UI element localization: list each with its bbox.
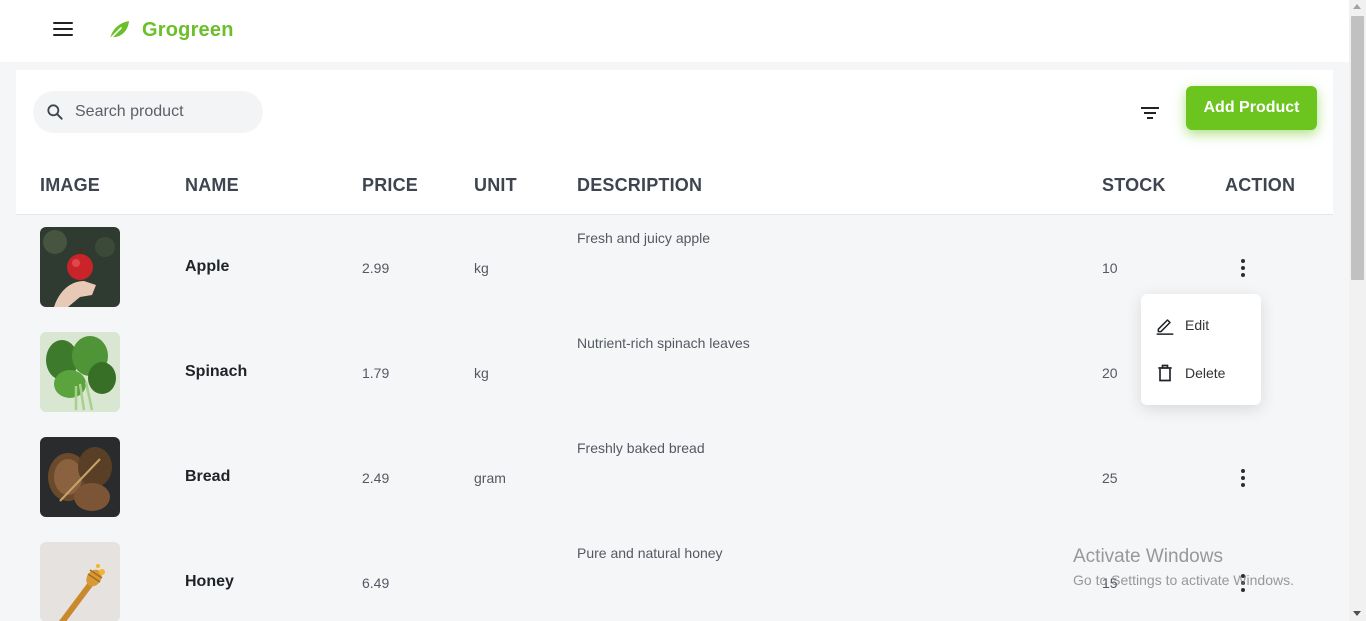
scroll-thumb[interactable] [1351,16,1364,280]
more-vert-icon[interactable] [1239,469,1247,487]
product-stock: 15 [1102,575,1118,591]
search-icon [47,104,63,120]
product-description: Pure and natural honey [577,545,723,561]
row-action-menu: Edit Delete [1141,294,1261,405]
product-unit: kg [474,260,489,276]
scroll-up-arrow-icon[interactable] [1353,4,1361,9]
product-price: 1.79 [362,365,390,381]
table-row: Apple 2.99 kg Fresh and juicy apple 10 [16,215,1333,320]
column-header-image: IMAGE [40,175,101,195]
product-stock: 20 [1102,365,1118,381]
pencil-icon [1156,319,1174,335]
product-name: Apple [185,258,230,275]
add-product-button[interactable]: Add Product [1186,86,1317,130]
product-table: IMAGE NAME PRICE UNIT DESCRIPTION STOCK … [16,154,1333,621]
product-unit: gram [474,470,506,486]
trash-icon [1158,364,1172,382]
logo[interactable]: Grogreen [107,18,234,42]
product-description: Freshly baked bread [577,440,705,456]
product-stock: 10 [1102,260,1118,276]
toolbar: Add Product [16,70,1333,154]
column-header-name: NAME [185,175,239,195]
apple-photo [40,227,120,307]
more-vert-icon[interactable] [1239,259,1247,277]
top-bar: Grogreen [0,0,1349,62]
product-name: Spinach [185,363,248,380]
product-description: Fresh and juicy apple [577,230,711,246]
table-row: Spinach 1.79 kg Nutrient-rich spinach le… [16,320,1333,425]
table-header: IMAGE NAME PRICE UNIT DESCRIPTION STOCK … [16,154,1333,215]
hamburger-icon[interactable] [53,22,73,38]
honey-photo [40,542,120,621]
table-row: Bread 2.49 gram Freshly baked bread 25 [16,425,1333,530]
product-name: Bread [185,468,231,485]
table-row: Honey 6.49 Pure and natural honey 15 [16,530,1333,621]
product-description: Nutrient-rich spinach leaves [577,335,750,351]
product-stock: 25 [1102,470,1118,486]
column-header-stock: STOCK [1102,175,1166,195]
column-header-action: ACTION [1225,175,1296,195]
leaf-icon [109,21,129,40]
search-box[interactable] [33,91,263,133]
column-header-description: DESCRIPTION [577,175,703,195]
more-vert-icon[interactable] [1239,574,1247,592]
product-unit: kg [474,365,489,381]
edit-menu-item[interactable]: Edit [1141,305,1261,345]
bread-photo [40,437,120,517]
scroll-down-arrow-icon[interactable] [1353,611,1361,616]
product-panel: Add Product IMAGE NAME PRICE UNIT DESCRI… [16,70,1333,621]
search-input[interactable] [75,103,235,121]
product-price: 2.49 [362,470,390,486]
delete-label: Delete [1185,365,1226,381]
page-scrollbar[interactable] [1349,0,1366,621]
app-name: Grogreen [142,18,234,41]
spinach-photo [40,332,120,412]
column-header-unit: UNIT [474,175,517,195]
filter-icon [1141,107,1159,119]
product-price: 6.49 [362,575,390,591]
product-name: Honey [185,573,234,590]
delete-menu-item[interactable]: Delete [1141,353,1261,393]
edit-label: Edit [1185,317,1210,333]
column-header-price: PRICE [362,175,419,195]
filter-button[interactable] [1138,103,1162,123]
product-price: 2.99 [362,260,390,276]
